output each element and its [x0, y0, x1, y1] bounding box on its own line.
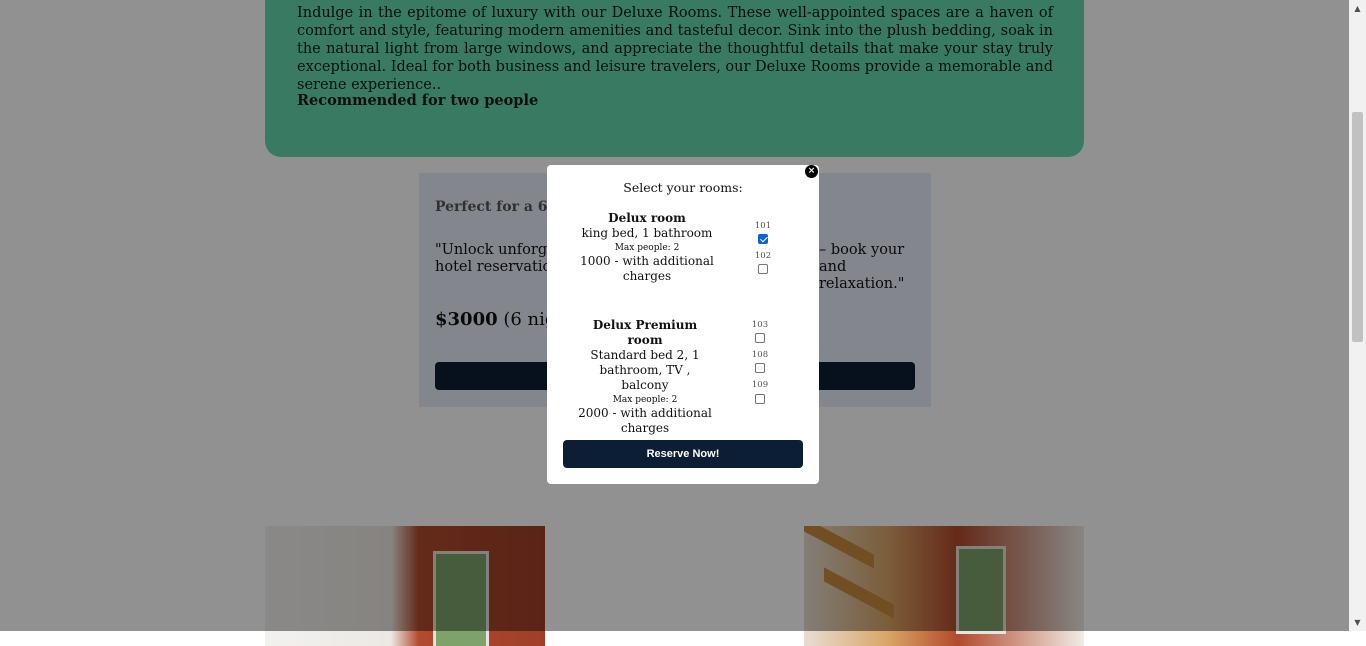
room-max-people: Max people: 2	[612, 395, 678, 405]
room-details: king bed, 1 bathroom	[581, 226, 713, 240]
room-selection-modal: × Select your rooms: Delux room king bed…	[547, 165, 819, 484]
room-checkbox-101[interactable]	[758, 234, 768, 244]
room-name: Delux room	[608, 211, 686, 225]
room-checkbox-102[interactable]	[758, 264, 768, 274]
chevron-down-icon[interactable]: ▼	[1349, 614, 1366, 631]
room-details: Standard bed 2, 1 bathroom, TV , balcony	[590, 348, 700, 392]
close-icon[interactable]: ×	[805, 165, 818, 178]
modal-title: Select your rooms:	[623, 180, 743, 195]
room-type-delux-premium: Delux Premium room Standard bed 2, 1 bat…	[575, 318, 715, 436]
vertical-scrollbar[interactable]: ▲ ▼	[1349, 0, 1366, 631]
reserve-now-button[interactable]: Reserve Now!	[563, 440, 803, 468]
room-price-note: 2000 - with additional charges	[578, 406, 712, 435]
scrollbar-thumb[interactable]	[1352, 112, 1363, 342]
room-checkbox-103[interactable]	[755, 333, 765, 343]
room-type-delux: Delux room king bed, 1 bathroom Max peop…	[577, 211, 717, 284]
room-max-people: Max people: 2	[614, 243, 680, 253]
room-number-label: 103	[751, 320, 769, 330]
room-checkbox-109[interactable]	[755, 394, 765, 404]
room-number-label: 108	[751, 350, 769, 360]
room-number-label: 102	[754, 251, 772, 261]
room-name: Delux Premium room	[592, 318, 698, 347]
room-number-label: 109	[751, 380, 769, 390]
room-price-note: 1000 - with additional charges	[580, 254, 714, 283]
room-checkbox-108[interactable]	[755, 363, 765, 373]
room-number-label: 101	[754, 221, 772, 231]
chevron-up-icon[interactable]: ▲	[1349, 0, 1366, 17]
